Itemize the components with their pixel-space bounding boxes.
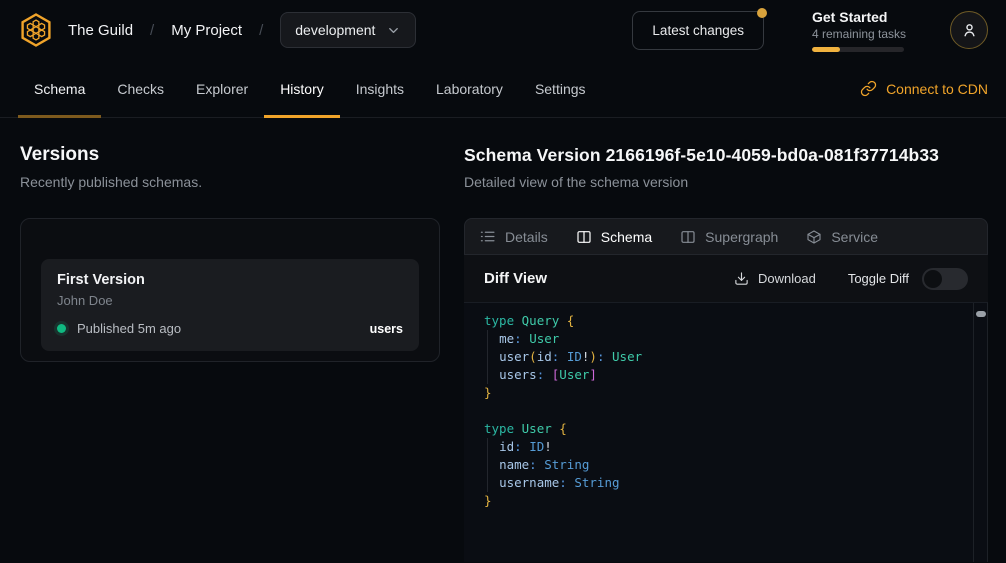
diff-view-title: Diff View: [484, 270, 547, 287]
code-lines: type Query { me: User user(id: ID!): Use…: [484, 312, 953, 510]
main-content: Versions Recently published schemas. Fir…: [0, 118, 1006, 562]
code-line: }: [484, 384, 953, 402]
get-started-progressbar: [812, 47, 904, 52]
breadcrumb: The Guild / My Project /: [68, 22, 263, 39]
nav-tab-history[interactable]: History: [264, 60, 340, 117]
code-line: username: String: [484, 474, 953, 492]
code-line: users: [User]: [484, 366, 953, 384]
latest-changes-label: Latest changes: [652, 23, 744, 38]
columns-icon: [576, 229, 592, 245]
schema-code-viewer: type Query { me: User user(id: ID!): Use…: [464, 302, 988, 562]
nav-tab-explorer[interactable]: Explorer: [180, 60, 264, 117]
versions-subtitle: Recently published schemas.: [20, 174, 440, 191]
download-icon: [734, 271, 749, 286]
panel-tab-label: Details: [505, 229, 548, 245]
panel-tab-service[interactable]: Service: [806, 229, 878, 245]
nav-tab-checks[interactable]: Checks: [101, 60, 180, 117]
code-line: id: ID!: [484, 438, 953, 456]
code-line: type Query {: [484, 312, 953, 330]
code-scrollbar-track[interactable]: [973, 303, 987, 562]
breadcrumb-org[interactable]: The Guild: [68, 22, 133, 39]
code-line: me: User: [484, 330, 953, 348]
panel-tab-label: Service: [831, 229, 878, 245]
diff-actions: Download Toggle Diff: [734, 268, 968, 290]
toggle-diff-label: Toggle Diff: [848, 271, 909, 286]
link-icon: [860, 80, 877, 97]
chevron-down-icon: [386, 23, 401, 38]
get-started-progress-fill: [812, 47, 840, 52]
primary-nav: SchemaChecksExplorerHistoryInsightsLabor…: [0, 60, 1006, 118]
download-label: Download: [758, 271, 816, 286]
panel-tab-label: Schema: [601, 229, 652, 245]
code-scrollbar-thumb[interactable]: [976, 311, 986, 317]
top-header: The Guild / My Project / development Lat…: [0, 0, 1006, 60]
connect-to-cdn-link[interactable]: Connect to CDN: [860, 60, 988, 117]
versions-title: Versions: [20, 144, 440, 166]
get-started-title: Get Started: [812, 9, 904, 25]
panel-tab-label: Supergraph: [705, 229, 778, 245]
get-started-widget[interactable]: Get Started 4 remaining tasks: [812, 9, 904, 52]
version-meta-row: Published 5m ago users: [57, 321, 403, 336]
target-selector-dropdown[interactable]: development: [280, 12, 416, 48]
version-name: First Version: [57, 272, 403, 288]
header-right: Latest changes Get Started 4 remaining t…: [632, 9, 988, 52]
panel-tabs: Details Schema Supergraph Service: [464, 218, 988, 255]
version-status: Published 5m ago: [77, 321, 181, 336]
version-author: John Doe: [57, 293, 403, 308]
panel-tab-details[interactable]: Details: [479, 228, 548, 245]
schema-version-title: Schema Version 2166196f-5e10-4059-bd0a-0…: [464, 144, 988, 166]
notification-dot: [757, 8, 767, 18]
code-line: }: [484, 492, 953, 510]
breadcrumb-project[interactable]: My Project: [171, 22, 242, 39]
toggle-diff-control: Toggle Diff: [848, 268, 968, 290]
panel-tab-supergraph[interactable]: Supergraph: [680, 229, 778, 245]
breadcrumb-separator: /: [150, 22, 154, 39]
user-avatar-button[interactable]: [950, 11, 988, 49]
app-window: The Guild / My Project / development Lat…: [0, 0, 1006, 563]
versions-card: First Version John Doe Published 5m ago use…: [20, 218, 440, 362]
latest-changes-button[interactable]: Latest changes: [632, 11, 764, 50]
versions-column: Versions Recently published schemas. Fir…: [20, 118, 440, 562]
version-card[interactable]: First Version John Doe Published 5m ago use…: [41, 259, 419, 351]
code-line: type User {: [484, 420, 953, 438]
schema-version-panel: Details Schema Supergraph Service Diff View…: [464, 218, 988, 562]
hive-logo-icon[interactable]: [18, 12, 54, 48]
connect-to-cdn-label: Connect to CDN: [886, 81, 988, 97]
code-line: user(id: ID!): User: [484, 348, 953, 366]
code-line: [484, 402, 953, 420]
service-badge: users: [370, 322, 403, 336]
download-button[interactable]: Download: [734, 271, 816, 286]
schema-version-column: Schema Version 2166196f-5e10-4059-bd0a-0…: [464, 118, 988, 562]
breadcrumb-separator: /: [259, 22, 263, 39]
nav-tab-insights[interactable]: Insights: [340, 60, 420, 117]
get-started-subtitle: 4 remaining tasks: [812, 27, 904, 41]
nav-tab-laboratory[interactable]: Laboratory: [420, 60, 519, 117]
box-icon: [806, 229, 822, 245]
toggle-diff-switch[interactable]: [922, 268, 968, 290]
code-line: name: String: [484, 456, 953, 474]
version-list: First Version John Doe Published 5m ago use…: [41, 259, 419, 351]
person-icon: [960, 21, 979, 40]
target-selector-value: development: [295, 22, 375, 38]
nav-tab-schema[interactable]: Schema: [18, 60, 101, 117]
nav-tab-settings[interactable]: Settings: [519, 60, 602, 117]
toggle-knob: [924, 270, 942, 288]
panel-tab-schema[interactable]: Schema: [576, 229, 652, 245]
diff-view-header: Diff View Download Toggle Diff: [464, 255, 988, 302]
columns-icon: [680, 229, 696, 245]
schema-version-subtitle: Detailed view of the schema version: [464, 174, 988, 191]
list-icon: [479, 228, 496, 245]
nav-tabs: SchemaChecksExplorerHistoryInsightsLabor…: [18, 60, 602, 117]
published-status-dot: [57, 324, 66, 333]
